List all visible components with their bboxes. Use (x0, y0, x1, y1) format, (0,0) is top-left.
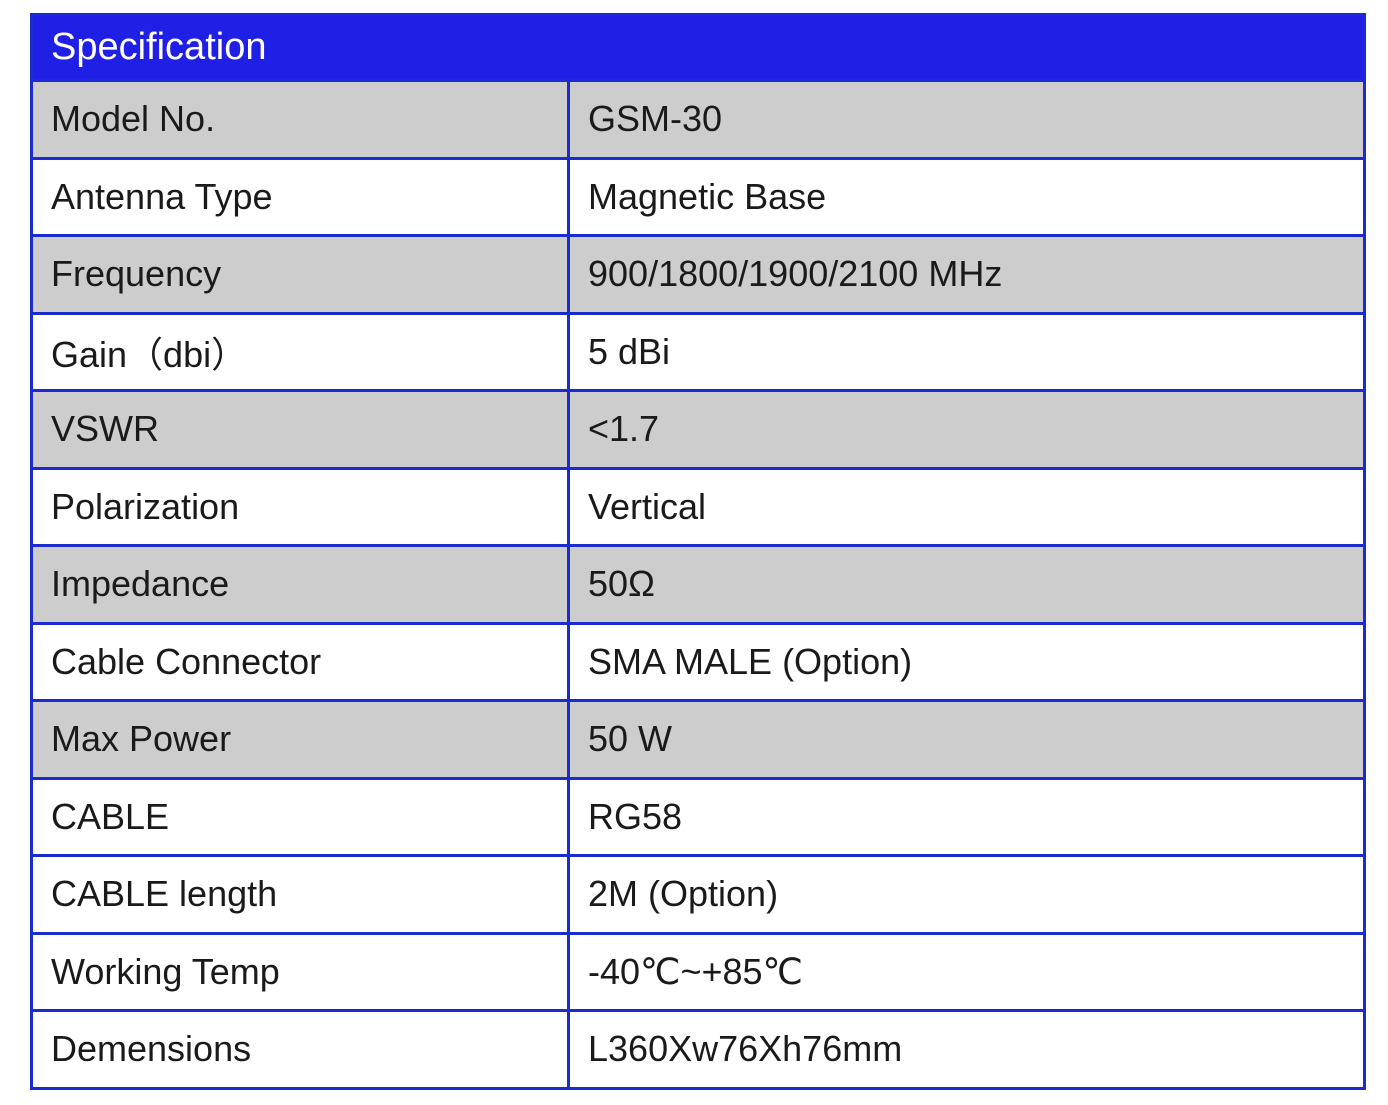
table-row: Model No. GSM-30 (33, 79, 1363, 157)
table-row: Max Power 50 W (33, 699, 1363, 777)
spec-table: Specification Model No. GSM-30 Antenna T… (30, 13, 1366, 1090)
row-label: Demensions (33, 1012, 570, 1087)
table-row: Antenna Type Magnetic Base (33, 156, 1363, 234)
row-value: 50Ω (588, 563, 655, 605)
row-value: RG58 (588, 795, 683, 837)
row-label: Impedance (33, 547, 570, 622)
table-row: Gain（dbi） 5 dBi (33, 311, 1363, 389)
row-label: Max Power (33, 702, 570, 777)
row-value: 5 dBi (588, 330, 671, 372)
row-label: VSWR (33, 392, 570, 467)
row-value: 2M (Option) (588, 873, 779, 915)
table-row: Frequency 900/1800/1900/2100 MHz (33, 234, 1363, 312)
row-value: SMA MALE (Option) (588, 640, 913, 682)
row-label: Antenna Type (33, 159, 570, 234)
row-value: 50 W (588, 718, 673, 760)
table-row: VSWR <1.7 (33, 389, 1363, 467)
row-value: Vertical (588, 485, 707, 527)
row-value: Magnetic Base (588, 175, 827, 217)
table-header: Specification (33, 16, 1363, 79)
row-label: Gain（dbi） (33, 314, 570, 389)
row-value: <1.7 (588, 408, 660, 450)
table-row: Impedance 50Ω (33, 544, 1363, 622)
row-label: Polarization (33, 469, 570, 544)
table-row: Polarization Vertical (33, 466, 1363, 544)
row-label: Model No. (33, 82, 570, 157)
row-label: CABLE (33, 779, 570, 854)
row-label: Cable Connector (33, 624, 570, 699)
table-row: Demensions L360Xw76Xh76mm (33, 1009, 1363, 1087)
row-label: Frequency (33, 237, 570, 312)
table-row: CABLE length 2M (Option) (33, 854, 1363, 932)
table-row: Cable Connector SMA MALE (Option) (33, 621, 1363, 699)
row-value: L360Xw76Xh76mm (588, 1028, 903, 1070)
row-value: -40℃~+85℃ (588, 950, 803, 992)
row-value: GSM-30 (588, 98, 723, 140)
row-label: CABLE length (33, 857, 570, 932)
row-value: 900/1800/1900/2100 MHz (588, 253, 1003, 295)
table-row: CABLE RG58 (33, 776, 1363, 854)
row-label: Working Temp (33, 934, 570, 1009)
table-row: Working Temp -40℃~+85℃ (33, 931, 1363, 1009)
